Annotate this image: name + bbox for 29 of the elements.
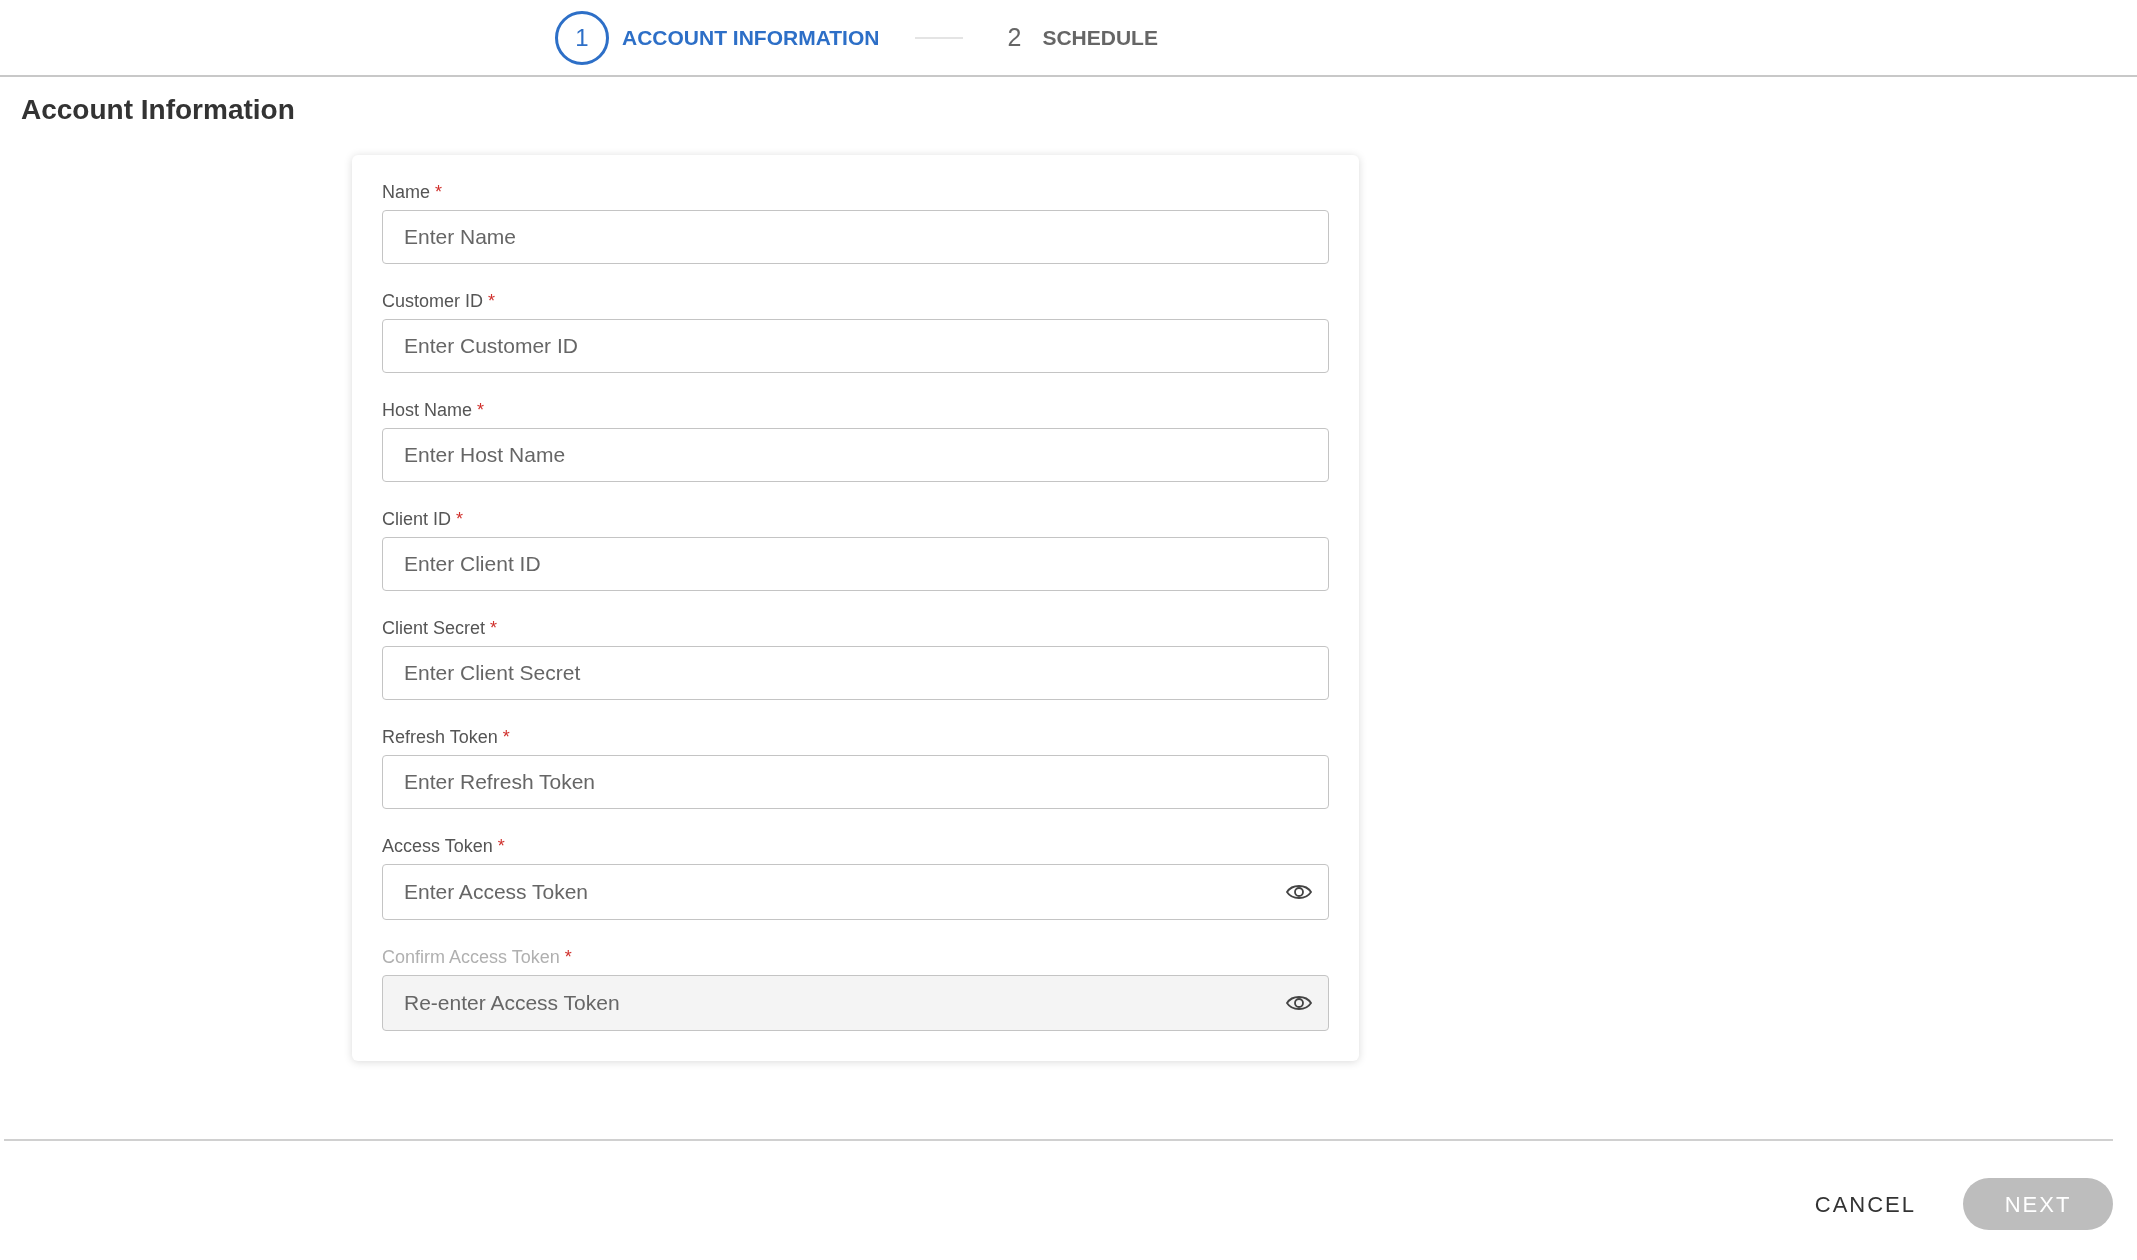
input-field[interactable]: Enter Client Secret bbox=[382, 646, 1329, 700]
input-field[interactable]: Enter Customer ID bbox=[382, 319, 1329, 373]
eye-icon[interactable] bbox=[1285, 993, 1313, 1013]
field-label: Host Name bbox=[382, 399, 473, 421]
required-mark: * bbox=[497, 835, 505, 857]
required-mark: * bbox=[456, 508, 464, 530]
field-label: Confirm Access Token bbox=[382, 946, 560, 968]
input-field[interactable]: Enter Client ID bbox=[382, 537, 1329, 591]
required-mark: * bbox=[435, 181, 443, 203]
step-tab[interactable]: 1 ACCOUNT INFORMATION bbox=[555, 10, 880, 65]
input-field[interactable]: Enter Host Name bbox=[382, 428, 1329, 482]
input-field[interactable]: Enter Access Token bbox=[382, 864, 1329, 920]
page-title: Account Information bbox=[20, 93, 296, 127]
step-tab[interactable]: 2 SCHEDULE bbox=[999, 18, 1158, 57]
required-mark: * bbox=[477, 399, 485, 421]
field-label: Client ID bbox=[382, 508, 452, 530]
field-label: Access Token bbox=[382, 835, 493, 857]
input-field[interactable]: Enter Name bbox=[382, 210, 1329, 264]
eye-icon[interactable] bbox=[1285, 882, 1313, 902]
required-mark: * bbox=[488, 290, 496, 312]
field-label: Customer ID bbox=[382, 290, 484, 312]
field-label: Name bbox=[382, 181, 430, 203]
required-mark: * bbox=[490, 617, 498, 639]
input-field[interactable]: Enter Refresh Token bbox=[382, 755, 1329, 809]
required-mark: * bbox=[502, 726, 510, 748]
cancel-button[interactable]: CANCEL bbox=[1814, 1187, 1916, 1221]
field-label: Refresh Token bbox=[382, 726, 498, 748]
field-label: Client Secret bbox=[382, 617, 486, 639]
required-mark: * bbox=[564, 946, 572, 968]
